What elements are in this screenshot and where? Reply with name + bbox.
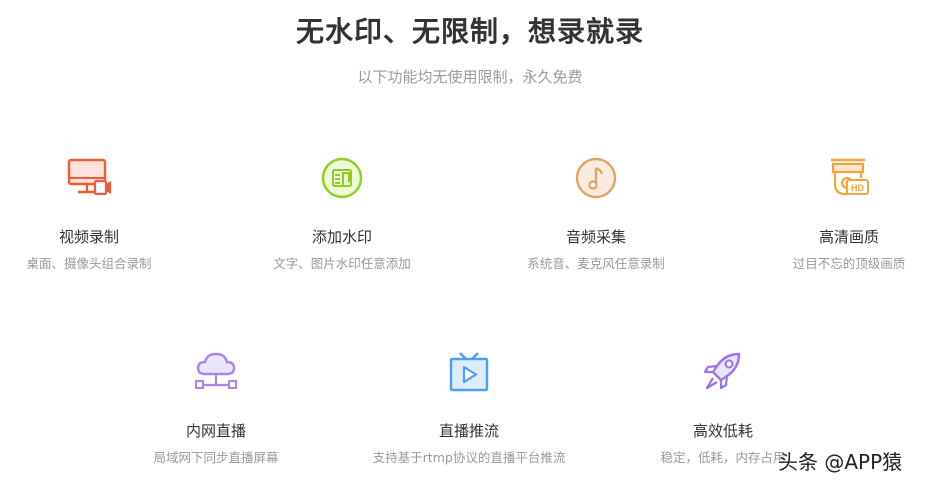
feature-name: 音频采集 (565, 228, 626, 246)
svg-text:HD: HD (851, 183, 864, 193)
page-title: 无水印、无限制，想录就录 (295, 15, 644, 48)
page-subtitle: 以下功能均无使用限制，永久免费 (357, 68, 583, 86)
feature-desc: 局域网下同步直播屏幕 (153, 450, 279, 465)
watermark-text: 头条 @APP猿 (778, 450, 903, 474)
feature-name: 视频录制 (58, 228, 119, 246)
feature-desc: 桌面、摄像头组合录制 (26, 256, 152, 271)
feature-desc: 支持基于rtmp协议的直播平台推流 (372, 450, 566, 465)
feature-desc: 过目不忘的顶级画质 (792, 256, 906, 271)
feature-name: 直播推流 (438, 422, 499, 440)
screen-camera-icon (67, 156, 111, 200)
feature-name: 内网直播 (185, 422, 246, 440)
feature-name: 高清画质 (818, 228, 879, 246)
tv-play-icon (447, 350, 491, 394)
feature-name: 添加水印 (311, 228, 372, 246)
watermark-stamp-icon (320, 156, 364, 200)
cloud-network-icon (194, 350, 238, 394)
feature-name: 高效低耗 (692, 422, 753, 440)
hd-camera-icon: HD (827, 156, 871, 200)
music-note-icon (574, 156, 618, 200)
feature-desc: 系统音、麦克风任意录制 (527, 256, 665, 271)
rocket-icon (701, 350, 745, 394)
feature-desc: 文字、图片水印任意添加 (273, 256, 411, 271)
